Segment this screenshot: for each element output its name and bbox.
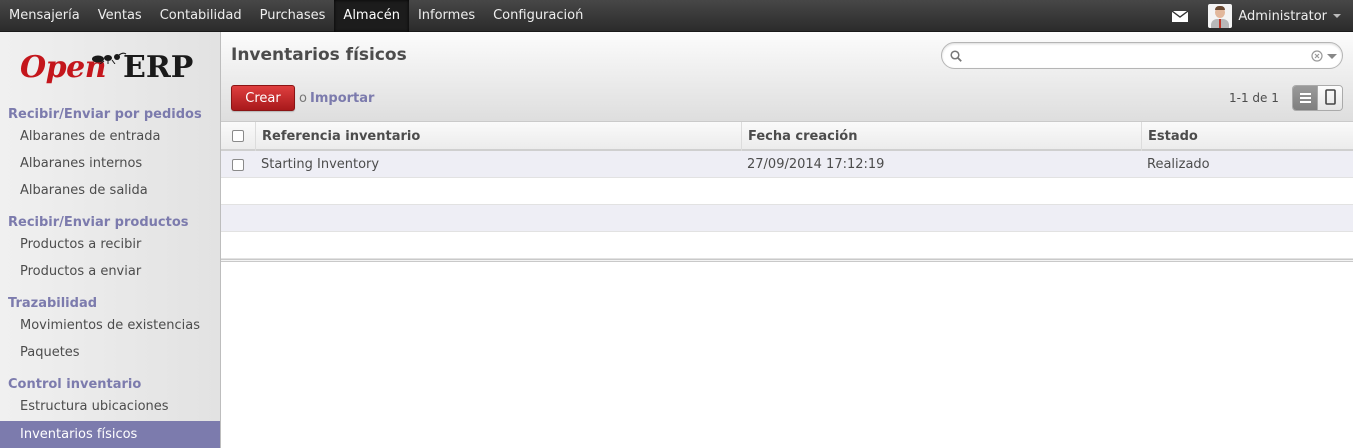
section-trazabilidad: Trazabilidad: [8, 296, 98, 311]
search-input[interactable]: [966, 46, 1306, 65]
top-navbar: Mensajería Ventas Contabilidad Purchases…: [0, 0, 1353, 32]
sidebar-item-albaranes-internos[interactable]: Albaranes internos: [0, 150, 220, 177]
sidebar-item-estructura-ubicaciones[interactable]: Estructura ubicaciones: [0, 393, 220, 420]
top-menu-informes[interactable]: Informes: [409, 0, 484, 32]
sidebar-item-paquetes[interactable]: Paquetes: [0, 339, 220, 366]
logo-erp-text: ERP: [123, 50, 194, 85]
import-link[interactable]: Importar: [310, 91, 374, 106]
top-menu-almacen[interactable]: Almacén: [334, 0, 409, 32]
cell-referencia: Starting Inventory: [261, 157, 380, 172]
row-checkbox[interactable]: [232, 159, 244, 171]
user-menu-caret-icon[interactable]: [1333, 14, 1341, 18]
or-text: o: [299, 91, 307, 106]
table-row[interactable]: Starting Inventory 27/09/2014 17:12:19 R…: [221, 151, 1353, 178]
form-view-button[interactable]: [1317, 86, 1342, 110]
search-box[interactable]: [941, 42, 1343, 69]
top-menu-contabilidad[interactable]: Contabilidad: [151, 0, 251, 32]
pager-value[interactable]: 1-1 de 1: [1229, 91, 1279, 105]
sidebar-item-productos-recibir[interactable]: Productos a recibir: [0, 231, 220, 258]
table-footer: [221, 259, 1353, 262]
sidebar-item-albaranes-entrada[interactable]: Albaranes de entrada: [0, 123, 220, 150]
list-view-icon: [1300, 93, 1311, 103]
cell-estado: Realizado: [1147, 157, 1210, 172]
sidebar-item-productos-enviar[interactable]: Productos a enviar: [0, 258, 220, 285]
top-menu-ventas[interactable]: Ventas: [89, 0, 151, 32]
section-control-inventario: Control inventario: [8, 377, 142, 392]
sidebar-item-movimientos-existencias[interactable]: Movimientos de existencias: [0, 312, 220, 339]
column-referencia[interactable]: Referencia inventario: [255, 122, 741, 151]
top-menu-purchases[interactable]: Purchases: [251, 0, 335, 32]
form-view-icon: [1325, 89, 1337, 105]
view-header: Inventarios físicos Crear o Importar 1-1…: [221, 32, 1353, 122]
page-title: Inventarios físicos: [231, 45, 407, 65]
cell-fecha: 27/09/2014 17:12:19: [747, 157, 885, 172]
mail-icon[interactable]: [1172, 10, 1189, 22]
top-menu: Mensajería Ventas Contabilidad Purchases…: [0, 0, 592, 32]
create-button[interactable]: Crear: [231, 85, 295, 111]
empty-table-row: [221, 205, 1353, 232]
view-switcher: [1292, 85, 1343, 111]
column-fecha-creacion[interactable]: Fecha creación: [741, 122, 1141, 151]
table-header: Referencia inventario Fecha creación Est…: [221, 122, 1353, 151]
main-content: Inventarios físicos Crear o Importar 1-1…: [221, 32, 1353, 448]
top-menu-configuracion[interactable]: Configuracioń: [484, 0, 592, 32]
section-recibir-enviar-pedidos: Recibir/Enviar por pedidos: [8, 107, 202, 122]
clear-search-icon[interactable]: [1311, 50, 1323, 62]
left-sidebar: Open ERP Recibir/Enviar por pedidos Alba…: [0, 32, 221, 448]
list-view-button[interactable]: [1293, 86, 1318, 110]
sidebar-item-albaranes-salida[interactable]: Albaranes de salida: [0, 177, 220, 204]
user-name[interactable]: Administrator: [1238, 9, 1327, 24]
select-all-checkbox[interactable]: [232, 130, 244, 142]
section-recibir-enviar-productos: Recibir/Enviar productos: [8, 215, 189, 230]
search-icon: [950, 50, 962, 62]
empty-table-row: [221, 232, 1353, 259]
user-avatar[interactable]: [1208, 4, 1233, 28]
search-options-caret-icon[interactable]: [1327, 54, 1337, 59]
top-menu-mensajeria[interactable]: Mensajería: [0, 0, 89, 32]
sidebar-item-inventarios-fisicos[interactable]: Inventarios físicos: [0, 421, 220, 448]
column-estado[interactable]: Estado: [1141, 122, 1353, 151]
inventory-list-table: Referencia inventario Fecha creación Est…: [221, 122, 1353, 262]
user-area: Administrator: [1172, 0, 1341, 32]
empty-table-row: [221, 178, 1353, 205]
openerp-logo[interactable]: Open ERP: [20, 48, 205, 98]
